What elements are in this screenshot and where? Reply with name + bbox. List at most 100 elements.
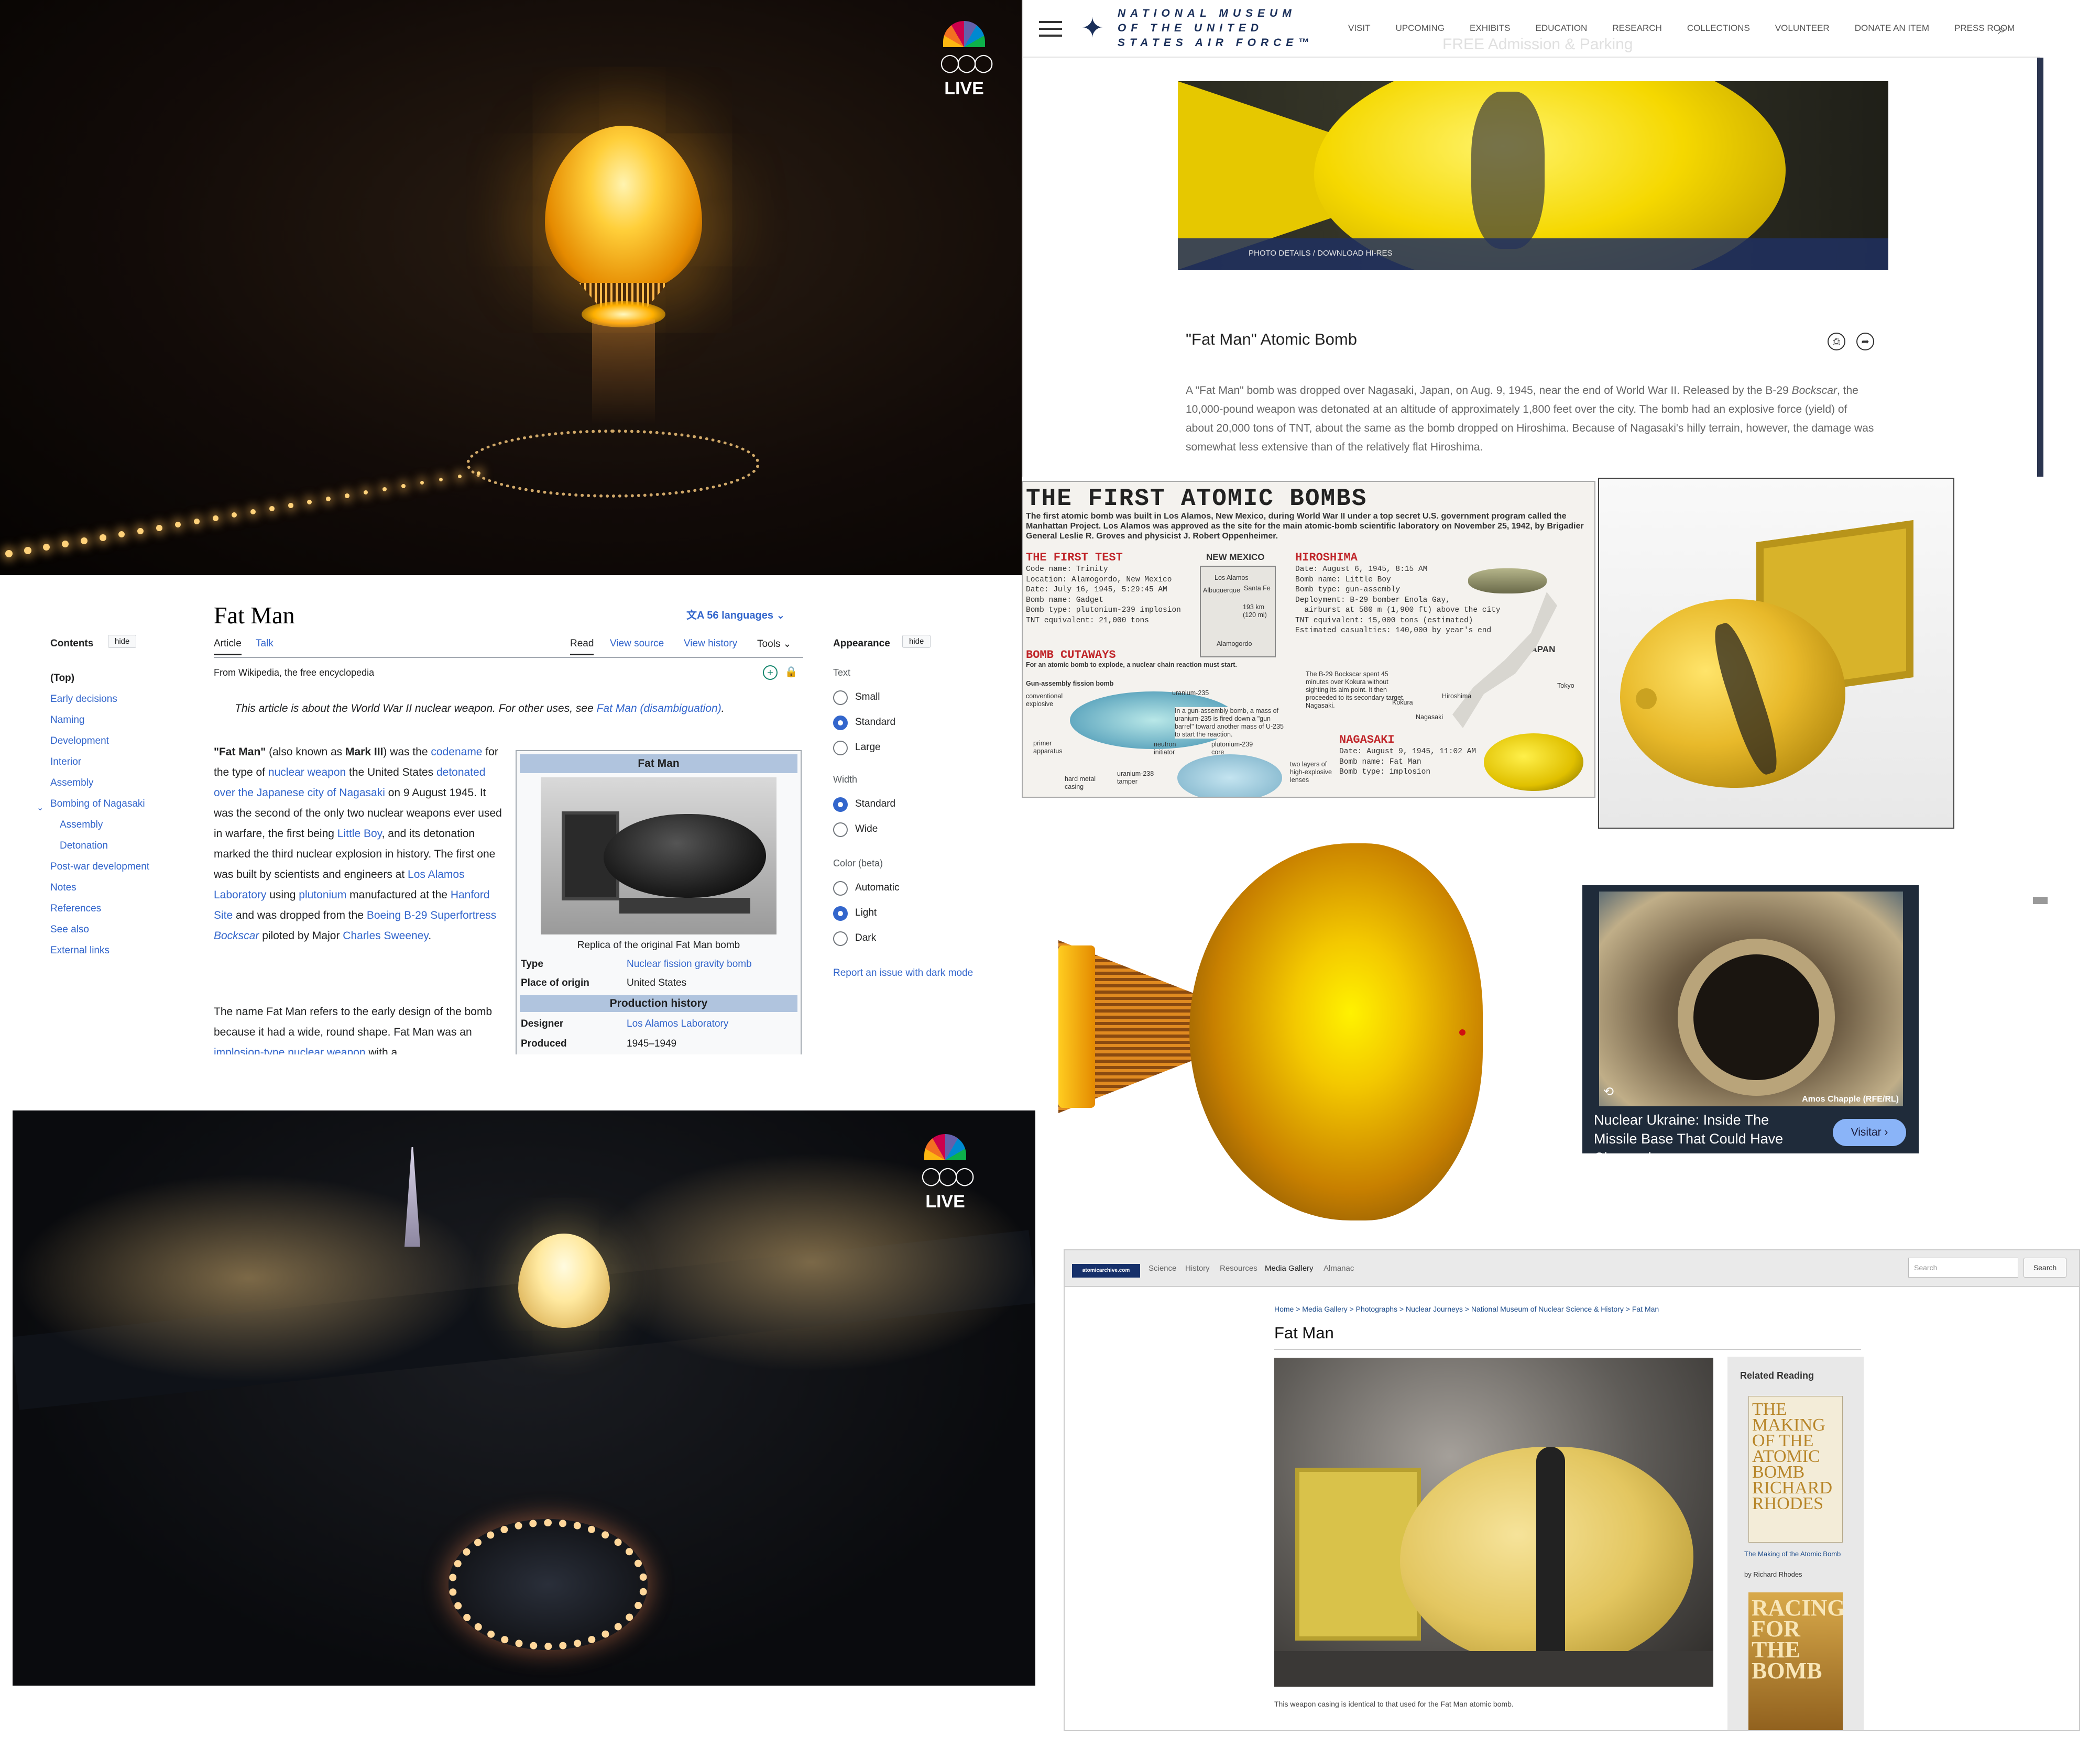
scrollbar[interactable] [2037,58,2043,477]
translate-icon: 文A [686,610,707,621]
report-issue-link[interactable]: Report an issue with dark mode [833,967,990,980]
video-title[interactable]: Nuclear Ukraine: Inside The Missile Base… [1594,1110,1814,1153]
toc-item[interactable]: Bombing of Nagasaki [50,798,145,810]
wiki-link[interactable]: Boeing B-29 Superfortress [367,909,496,921]
fat-man-casing-photo[interactable] [1274,1358,1713,1687]
lock-icon[interactable]: 🔒 [784,665,799,680]
toc-item[interactable]: Detonation [60,840,108,852]
disambiguation-link[interactable]: Fat Man (disambiguation) [597,702,721,714]
wiki-link[interactable]: Charles Sweeney [343,930,428,942]
toc-hide-button[interactable]: hide [108,635,137,648]
cutaways-subtitle: For an atomic bomb to explode, a nuclear… [1026,661,1237,668]
nav-research[interactable]: RESEARCH [1612,23,1661,34]
garden-lights-ring [466,430,760,498]
toc-item[interactable]: External links [50,945,110,956]
book-cover-racing-for-bomb[interactable]: RACING FOR THE BOMB [1748,1592,1845,1730]
infobox-image[interactable] [541,777,776,934]
fat-man-photo[interactable]: PHOTO DETAILS / DOWNLOAD HI-RES [1178,81,1888,270]
wiki-link[interactable]: plutonium [299,889,346,901]
appearance-hide-button[interactable]: hide [902,635,931,648]
color-option-radio[interactable] [833,906,848,921]
width-option-radio[interactable] [833,822,848,837]
breadcrumb[interactable]: Home > Media Gallery > Photographs > Nuc… [1274,1305,1659,1313]
toc-item[interactable]: Post-war development [50,861,149,873]
tab-read[interactable]: Read [570,638,594,655]
text-option-radio[interactable] [833,741,848,755]
nav-science[interactable]: Science [1149,1264,1176,1273]
text-option-label[interactable]: Small [855,691,880,703]
toc-item[interactable]: (Top) [50,673,74,684]
language-selector[interactable]: 文A 56 languages ⌄ [686,607,785,622]
nav-exhibits[interactable]: EXHIBITS [1470,23,1510,34]
nav-history[interactable]: History [1185,1264,1210,1273]
color-option-radio[interactable] [833,931,848,946]
tab-talk[interactable]: Talk [256,638,274,650]
video-card[interactable]: ⟲ Amos Chapple (RFE/RL) Nuclear Ukraine:… [1582,885,1919,1153]
book-cover-making-atomic-bomb[interactable]: THE MAKING OF THE ATOMIC BOMB RICHARD RH… [1748,1396,1843,1543]
nav-collections[interactable]: COLLECTIONS [1687,23,1750,34]
nav-media-gallery[interactable]: Media Gallery [1265,1264,1314,1273]
nav-education[interactable]: EDUCATION [1535,23,1587,34]
wiki-tagline: From Wikipedia, the free encyclopedia [214,667,375,678]
toc-item[interactable]: Early decisions [50,694,117,705]
bokeh-light [345,493,349,498]
toc-item[interactable]: Interior [50,756,81,768]
nagasaki-heading: NAGASAKI [1339,733,1395,746]
tab-article[interactable]: Article [214,638,242,655]
toc-item[interactable]: Notes [50,882,76,894]
toc-item[interactable]: Development [50,735,109,747]
search-icon[interactable]: ⌕ [1998,21,2006,38]
museum-name[interactable]: NATIONAL MUSEUM OF THE UNITED STATES AIR… [1118,6,1317,50]
text-option-label[interactable]: Large [855,742,881,753]
color-option-radio[interactable] [833,881,848,896]
atomic-archive-logo[interactable]: atomicarchive.com [1072,1264,1140,1278]
tab-view-history[interactable]: View history [684,638,737,650]
wiki-link[interactable]: implosion-type nuclear weapon [214,1047,366,1054]
toc-item[interactable]: Assembly [60,819,103,831]
width-option-label[interactable]: Standard [855,798,895,810]
museum-article-body: A "Fat Man" bomb was dropped over Nagasa… [1186,384,1874,453]
color-option-label[interactable]: Light [855,907,877,919]
photo-details-link[interactable]: PHOTO DETAILS / DOWNLOAD HI-RES [1249,249,1392,258]
wiki-link[interactable]: detonated over the Japanese city of Naga… [214,766,485,799]
toc-item[interactable]: See also [50,924,89,936]
search-input[interactable]: Search [1908,1258,2018,1278]
bomb-cradle [619,898,750,914]
missile-silo-image[interactable]: ⟲ Amos Chapple (RFE/RL) [1599,892,1903,1106]
book-link-making-atomic-bomb[interactable]: The Making of the Atomic Bomb [1744,1549,1849,1559]
toc-item[interactable]: References [50,903,101,915]
bokeh-light [307,500,312,505]
chevron-down-icon[interactable]: ⌄ [37,802,43,813]
search-button[interactable]: Search [2024,1258,2066,1278]
toc-item[interactable]: Naming [50,714,84,726]
wiki-link[interactable]: codename [431,746,482,758]
nav-almanac[interactable]: Almanac [1324,1264,1354,1273]
text-option-label[interactable]: Standard [855,717,895,728]
wiki-link[interactable]: Little Boy [337,828,382,840]
text-option-radio[interactable] [833,716,848,730]
nav-visit[interactable]: VISIT [1348,23,1371,34]
add-icon[interactable]: + [763,665,778,680]
air-force-eagle-logo[interactable]: ✦ [1076,13,1109,44]
lens-icon[interactable]: ⟲ [1603,1084,1619,1100]
wiki-link[interactable]: Bockscar [214,930,259,942]
nav-upcoming[interactable]: UPCOMING [1396,23,1445,34]
wiki-link[interactable]: nuclear weapon [268,766,346,778]
width-option-radio[interactable] [833,797,848,812]
toc-item[interactable]: Assembly [50,777,93,789]
tab-view-source[interactable]: View source [610,638,664,650]
color-option-label[interactable]: Dark [855,932,876,944]
nav-donate[interactable]: DONATE AN ITEM [1855,23,1929,34]
width-option-label[interactable]: Wide [855,823,878,835]
scrollbar-thumb[interactable] [2033,897,2048,904]
print-icon[interactable]: ⎙ [1828,333,1845,350]
color-option-label[interactable]: Automatic [855,882,899,894]
nav-resources[interactable]: Resources [1220,1264,1257,1273]
tab-tools[interactable]: Tools ⌄ [757,638,792,650]
hamburger-menu-icon[interactable] [1039,21,1062,37]
visit-button[interactable]: Visitar › [1833,1119,1906,1146]
share-icon[interactable]: ➦ [1856,333,1874,350]
nav-volunteer[interactable]: VOLUNTEER [1775,23,1830,34]
text-option-radio[interactable] [833,690,848,705]
text-size-label: Text [833,667,851,678]
